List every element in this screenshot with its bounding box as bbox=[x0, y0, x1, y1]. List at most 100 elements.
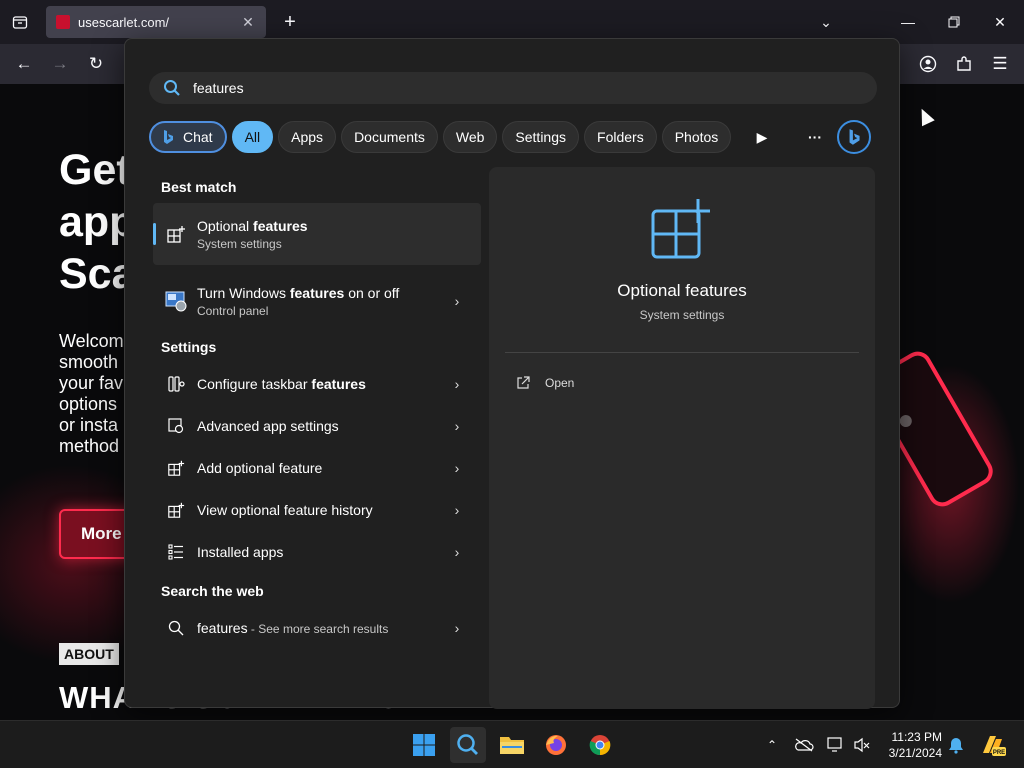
result-title: Advanced app settings bbox=[197, 418, 339, 434]
search-box[interactable] bbox=[149, 72, 877, 104]
clock-date: 3/21/2024 bbox=[888, 746, 942, 760]
chevron-right-icon[interactable]: › bbox=[447, 416, 467, 436]
minimize-icon[interactable]: — bbox=[894, 8, 922, 36]
reload-icon[interactable]: ↻ bbox=[84, 52, 108, 76]
filter-chat[interactable]: Chat bbox=[149, 121, 227, 153]
web-suffix: - See more search results bbox=[247, 622, 389, 636]
open-label: Open bbox=[545, 376, 575, 390]
result-title: Add optional feature bbox=[197, 460, 323, 476]
search-input[interactable] bbox=[193, 80, 793, 96]
result-title-highlight: features bbox=[253, 217, 308, 234]
back-arrow-icon[interactable]: ← bbox=[12, 52, 36, 76]
clock[interactable]: 11:23 PM 3/21/2024 bbox=[872, 729, 942, 761]
start-windows-icon[interactable] bbox=[406, 727, 442, 763]
result-title: on or off bbox=[344, 284, 400, 301]
open-action[interactable]: Open bbox=[515, 371, 574, 395]
result-configure-taskbar[interactable]: Configure taskbar features › bbox=[153, 363, 481, 405]
network-display-icon[interactable] bbox=[824, 733, 848, 757]
phone-dot bbox=[897, 412, 914, 430]
preview-badge: PRE bbox=[993, 750, 1005, 756]
desc-line: options bbox=[59, 394, 118, 414]
restore-icon[interactable] bbox=[940, 8, 968, 36]
taskbar: ⌃ 11:23 PM 3/21/2024 PRE bbox=[0, 720, 1024, 768]
more-options-icon[interactable]: ··· bbox=[803, 125, 827, 149]
optional-features-icon bbox=[165, 223, 187, 245]
result-optional-features[interactable]: Optional features System settings bbox=[153, 203, 481, 265]
account-icon[interactable] bbox=[916, 52, 940, 76]
app-settings-gear-icon bbox=[165, 415, 187, 437]
preview-title: Optional features bbox=[617, 281, 747, 300]
result-text: Add optional feature bbox=[197, 460, 447, 476]
desc-line: Welcom bbox=[59, 331, 124, 351]
search-filters: Chat All Apps Documents Web Settings Fol… bbox=[149, 121, 736, 153]
result-title: Turn Windows bbox=[197, 284, 290, 301]
result-text: Advanced app settings bbox=[197, 418, 447, 434]
forward-arrow-icon[interactable]: → bbox=[48, 52, 72, 76]
result-text: Optional features System settings bbox=[197, 218, 481, 251]
filter-apps[interactable]: Apps bbox=[278, 121, 337, 153]
filter-web[interactable]: Web bbox=[442, 121, 498, 153]
filter-settings[interactable]: Settings bbox=[502, 121, 580, 153]
divider bbox=[505, 352, 859, 353]
results-list: Best match Optional features System sett… bbox=[153, 169, 481, 649]
extensions-icon[interactable] bbox=[952, 52, 976, 76]
result-text: Turn Windows features on or off Control … bbox=[197, 285, 447, 318]
taskbar-search-icon[interactable] bbox=[450, 727, 486, 763]
desc-line: or insta bbox=[59, 415, 119, 435]
copilot-preview-icon[interactable]: PRE bbox=[978, 733, 1008, 757]
chevron-right-icon[interactable]: › bbox=[447, 618, 467, 638]
result-windows-features[interactable]: Turn Windows features on or off Control … bbox=[153, 273, 481, 329]
result-advanced-app-settings[interactable]: Advanced app settings › bbox=[153, 405, 481, 447]
filter-documents[interactable]: Documents bbox=[341, 121, 438, 153]
chrome-icon[interactable] bbox=[582, 727, 618, 763]
result-add-optional-feature[interactable]: Add optional feature › bbox=[153, 447, 481, 489]
tab-list-icon[interactable] bbox=[8, 10, 32, 34]
result-title: Configure taskbar bbox=[197, 376, 312, 392]
bing-chat-icon[interactable] bbox=[837, 120, 871, 154]
result-subtitle: System settings bbox=[197, 236, 282, 251]
filter-photos[interactable]: Photos bbox=[661, 121, 732, 153]
result-installed-apps[interactable]: Installed apps › bbox=[153, 531, 481, 573]
open-external-icon bbox=[517, 376, 530, 389]
browser-tab[interactable]: usescarlet.com/ ✕ bbox=[46, 6, 266, 38]
preview-pane: Optional features System settings Open bbox=[489, 167, 875, 709]
chevron-right-icon[interactable]: › bbox=[447, 374, 467, 394]
settings-heading: Settings bbox=[161, 339, 217, 355]
notification-bell-icon[interactable] bbox=[944, 733, 968, 757]
result-title: Installed apps bbox=[197, 544, 284, 560]
filter-all[interactable]: All bbox=[231, 121, 274, 153]
list-all-tabs-chevron-icon[interactable]: ⌄ bbox=[812, 8, 840, 36]
chevron-right-icon[interactable]: › bbox=[447, 291, 467, 311]
selection-indicator bbox=[153, 223, 156, 245]
more-filters-play-icon[interactable]: ▶ bbox=[750, 125, 774, 149]
window-close-icon[interactable]: ✕ bbox=[986, 8, 1014, 36]
feature-history-icon bbox=[165, 499, 187, 521]
result-title-highlight: features bbox=[311, 376, 366, 392]
filter-folders[interactable]: Folders bbox=[584, 121, 657, 153]
chevron-right-icon[interactable]: › bbox=[447, 458, 467, 478]
volume-muted-icon[interactable] bbox=[850, 733, 874, 757]
onedrive-offline-icon[interactable] bbox=[792, 733, 816, 757]
new-tab-button[interactable]: + bbox=[280, 10, 300, 34]
preview-subtitle: System settings bbox=[639, 308, 725, 322]
result-title: View optional feature history bbox=[197, 502, 373, 518]
result-subtitle: Control panel bbox=[197, 303, 269, 318]
file-explorer-icon[interactable] bbox=[494, 727, 530, 763]
optional-features-large-icon bbox=[651, 199, 710, 259]
desc-line: your fav bbox=[59, 373, 124, 393]
bing-icon bbox=[164, 130, 173, 144]
site-favicon-icon bbox=[56, 15, 70, 29]
show-hidden-icons-chevron-icon[interactable]: ⌃ bbox=[760, 733, 784, 757]
chevron-right-icon[interactable]: › bbox=[447, 500, 467, 520]
menu-hamburger-icon[interactable]: ☰ bbox=[988, 52, 1012, 76]
result-text: Installed apps bbox=[197, 544, 447, 560]
result-title-highlight: features bbox=[289, 284, 345, 301]
tab-close-icon[interactable]: ✕ bbox=[240, 14, 256, 30]
chevron-right-icon[interactable]: › bbox=[447, 542, 467, 562]
hero-description: Welcom smooth your fav options or insta … bbox=[59, 331, 129, 457]
result-web-search[interactable]: features - See more search results › bbox=[153, 607, 481, 649]
search-web-heading: Search the web bbox=[161, 583, 264, 599]
best-match-heading: Best match bbox=[161, 179, 237, 195]
result-view-feature-history[interactable]: View optional feature history › bbox=[153, 489, 481, 531]
firefox-icon[interactable] bbox=[538, 727, 574, 763]
